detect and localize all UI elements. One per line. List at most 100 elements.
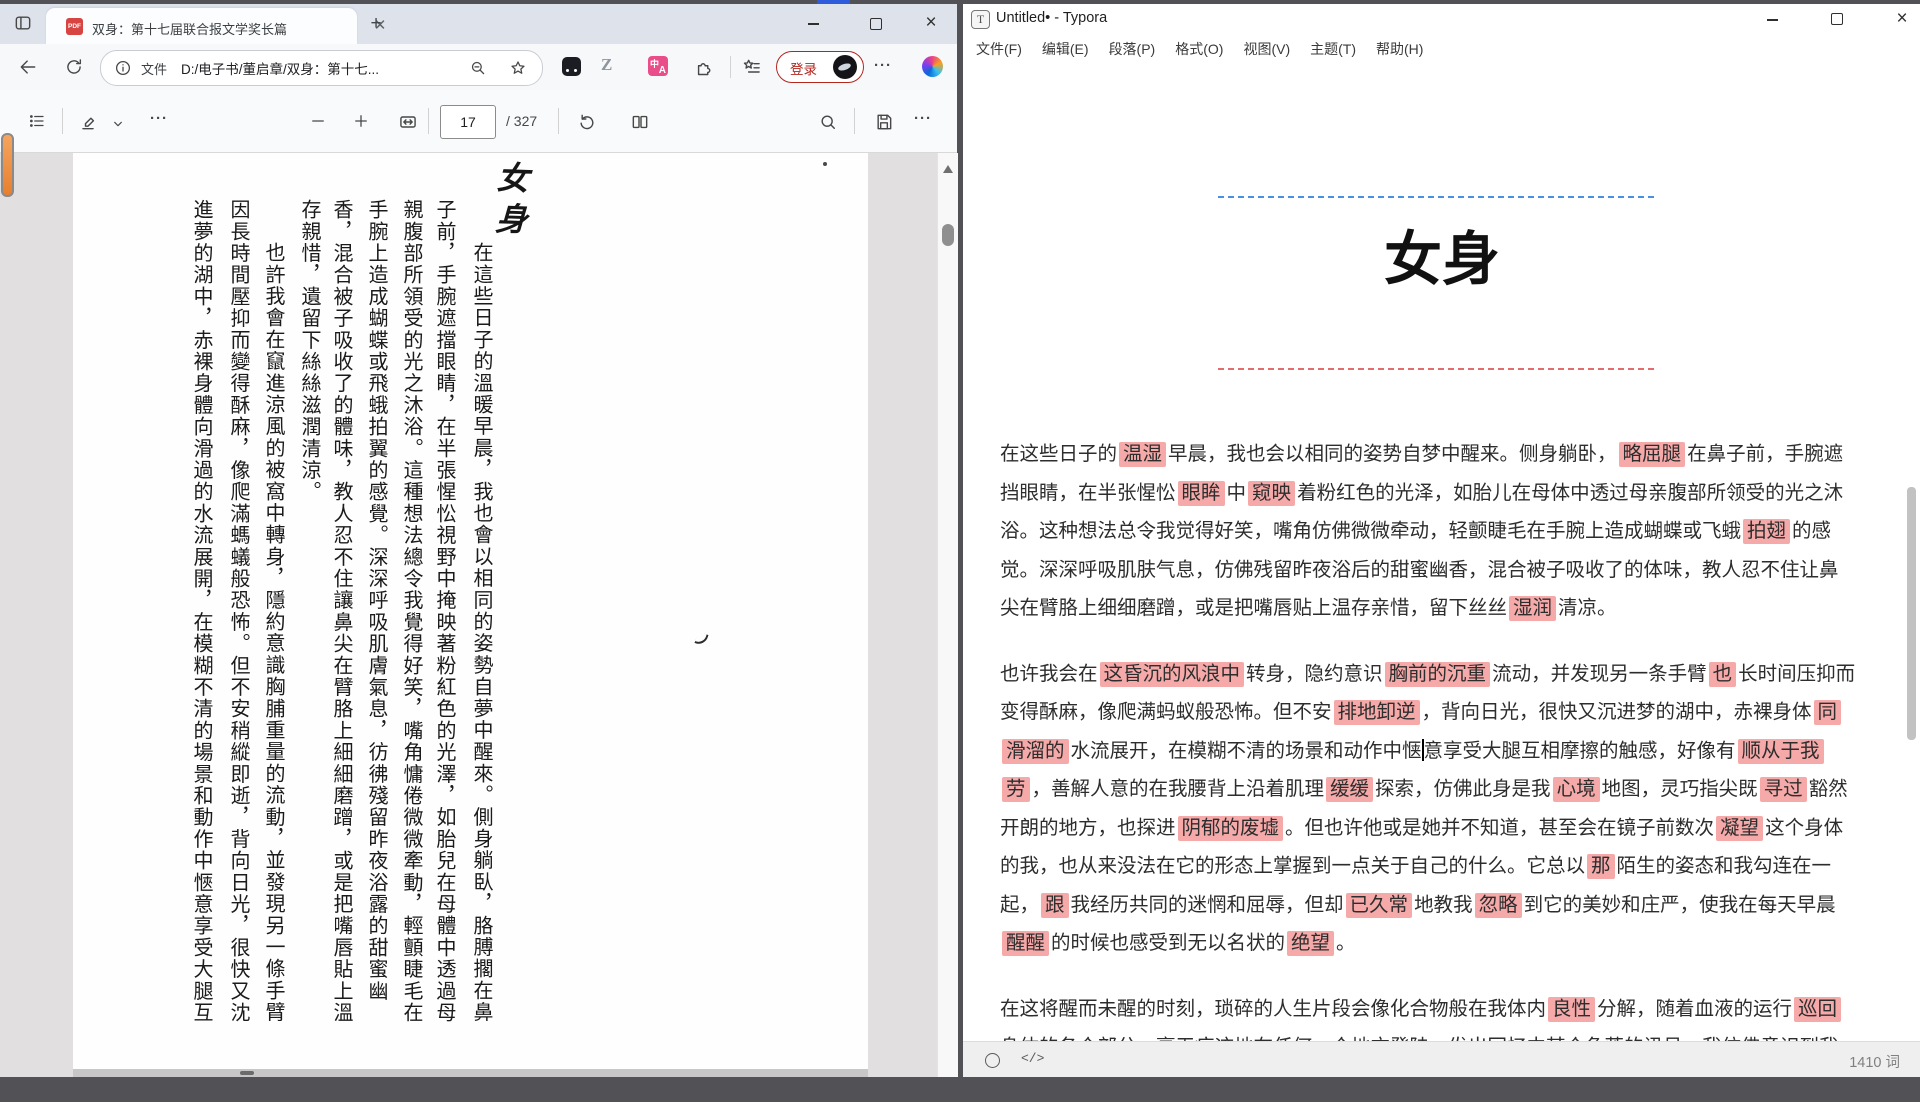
login-button[interactable]: 登录 bbox=[776, 51, 864, 83]
doc-line[interactable]: 身体的各个部分，毫无痕迹地在任何一个地方登陆，发出回忆中某个角落的讯号，我仿佛意… bbox=[1000, 1028, 1890, 1041]
typora-scrollbar-thumb[interactable] bbox=[1907, 487, 1916, 740]
scroll-up-icon[interactable] bbox=[943, 165, 953, 173]
pdf-search-icon[interactable] bbox=[818, 112, 838, 132]
ink-mark bbox=[694, 632, 708, 647]
menu-item[interactable]: 帮助(H) bbox=[1366, 36, 1433, 62]
pdf-more-tools-icon[interactable]: ··· bbox=[150, 110, 168, 127]
zoom-in-button[interactable] bbox=[352, 112, 370, 130]
doc-text: 。但也许他或是她并不知道，甚至会在镜子前数次 bbox=[1285, 817, 1714, 839]
edge-close-button[interactable]: × bbox=[919, 12, 943, 36]
doc-line[interactable]: 开朗的地方，也探进阴郁的废墟。但也许他或是她并不知道，甚至会在镜子前数次凝望这个… bbox=[1000, 809, 1890, 848]
toc-icon[interactable] bbox=[28, 112, 46, 130]
extension-dark-icon[interactable] bbox=[562, 57, 581, 76]
fit-width-icon[interactable] bbox=[398, 112, 418, 132]
translate-extension-icon[interactable]: 中 A bbox=[648, 56, 668, 76]
pdf-scrollbar-thumb[interactable] bbox=[942, 224, 954, 246]
outline-circle-icon[interactable] bbox=[985, 1053, 1000, 1068]
doc-line[interactable]: 在这些日子的温湿早晨，我也会以相同的姿势自梦中醒来。侧身躺卧，略屈腿在鼻子前，手… bbox=[1000, 435, 1890, 474]
browser-tab[interactable]: PDF 双身：第十七届联合报文学奖长篇 ✕ bbox=[46, 8, 357, 44]
paragraph: 在这些日子的温湿早晨，我也会以相同的姿势自梦中醒来。侧身躺卧，略屈腿在鼻子前，手… bbox=[1000, 435, 1890, 628]
source-code-icon[interactable]: </> bbox=[1021, 1051, 1044, 1066]
toolbar-divider bbox=[730, 56, 731, 78]
menu-item[interactable]: 视图(V) bbox=[1233, 36, 1300, 62]
back-icon[interactable] bbox=[18, 57, 38, 77]
highlighted-text: 跟 bbox=[1041, 893, 1069, 918]
favorite-star-icon[interactable] bbox=[509, 59, 527, 77]
menu-item[interactable]: 段落(P) bbox=[1099, 36, 1166, 62]
menu-item[interactable]: 编辑(E) bbox=[1032, 36, 1099, 62]
highlighted-text: 同 bbox=[1814, 700, 1842, 725]
highlighted-text: 劳 bbox=[1002, 777, 1030, 802]
typora-close-button[interactable]: × bbox=[1887, 8, 1917, 30]
highlighted-text: 醒醒 bbox=[1002, 931, 1049, 956]
doc-line[interactable]: 劳，善解人意的在我腰背上沿着肌理缓缓探索，仿佛此身是我心境地图，灵巧指尖既寻过豁… bbox=[1000, 770, 1890, 809]
doc-text: 早晨，我也会以相同的姿势自梦中醒来。侧身躺卧， bbox=[1168, 443, 1617, 465]
highlighted-text: 胸前的沉重 bbox=[1385, 662, 1491, 687]
highlighted-text: 那 bbox=[1587, 854, 1615, 879]
doc-text: 尖在臂胳上细细磨蹭，或是把嘴唇贴上温存亲惜，留下丝丝 bbox=[1000, 597, 1507, 619]
doc-line[interactable]: 起，跟我经历共同的迷惘和屈辱，但却已久常地教我忽略到它的美妙和庄严，使我在每天早… bbox=[1000, 886, 1890, 925]
pdf-more-icon[interactable]: ··· bbox=[914, 110, 932, 127]
edge-sidebar-handle[interactable] bbox=[1, 133, 14, 197]
highlighter-icon[interactable] bbox=[78, 112, 98, 132]
doc-line[interactable]: 变得酥麻，像爬满蚂蚁般恐怖。但不安排地卸逆，背向日光，很快又沉进梦的湖中，赤裸身… bbox=[1000, 693, 1890, 732]
pdf-scrollbar[interactable] bbox=[937, 153, 958, 1077]
favorites-bar-icon[interactable] bbox=[742, 57, 762, 77]
zoom-out-button[interactable] bbox=[309, 112, 327, 130]
new-tab-button[interactable]: + bbox=[366, 14, 386, 34]
doc-text: 在这将醒而未醒的时刻，琐碎的人生片段会像化合物般在我体内 bbox=[1000, 998, 1546, 1020]
edge-maximize-button[interactable] bbox=[864, 12, 888, 36]
save-icon[interactable] bbox=[874, 112, 894, 132]
doc-line[interactable]: 在这将醒而未醒的时刻，琐碎的人生片段会像化合物般在我体内良性分解，随着血液的运行… bbox=[1000, 990, 1890, 1029]
doc-line[interactable]: 滑溜的水流展开，在模糊不清的场景和动作中惬意享受大腿互相摩擦的触感，好像有顺从于… bbox=[1000, 732, 1890, 771]
doc-text: 的时候也感受到无以名状的 bbox=[1051, 932, 1285, 954]
doc-text: 陌生的姿态和我勾连在一 bbox=[1617, 855, 1832, 877]
doc-line[interactable]: 挡眼睛，在半张惺忪眼眸中窥映着粉红色的光泽，如胎儿在母体中透过母亲腹部所领受的光… bbox=[1000, 474, 1890, 513]
info-icon[interactable] bbox=[114, 59, 132, 77]
menu-item[interactable]: 文件(F) bbox=[966, 36, 1032, 62]
zotero-extension-icon[interactable]: Z bbox=[601, 55, 612, 75]
doc-line[interactable]: 觉。深深呼吸肌肤气息，仿佛残留昨夜浴后的甜蜜幽香，混合被子吸收了的体味，教人忍不… bbox=[1000, 551, 1890, 590]
paragraph: 在这将醒而未醒的时刻，琐碎的人生片段会像化合物般在我体内良性分解，随着血液的运行… bbox=[1000, 990, 1890, 1042]
typora-statusbar: </> 1410 词 bbox=[963, 1041, 1920, 1077]
copilot-icon[interactable] bbox=[922, 56, 943, 77]
highlighted-text: 阴郁的废墟 bbox=[1178, 816, 1284, 841]
tab-title-fade bbox=[299, 12, 329, 42]
highlighted-text: 眼眸 bbox=[1178, 481, 1225, 506]
doc-line[interactable]: 的我，也从来没法在它的形态上掌握到一点关于自己的什么。它总以那陌生的姿态和我勾连… bbox=[1000, 847, 1890, 886]
doc-text: 的感 bbox=[1792, 520, 1831, 542]
doc-text: 地教我 bbox=[1414, 894, 1473, 916]
typora-minimize-button[interactable] bbox=[1757, 8, 1787, 30]
menu-item[interactable]: 主题(T) bbox=[1300, 36, 1366, 62]
highlighted-text: 略屈腿 bbox=[1619, 442, 1686, 467]
typora-menubar: 文件(F)编辑(E)段落(P)格式(O)视图(V)主题(T)帮助(H) bbox=[963, 34, 1920, 64]
highlighted-text: 拍翅 bbox=[1743, 519, 1790, 544]
settings-more-icon[interactable]: ··· bbox=[874, 57, 892, 74]
tab-actions-icon[interactable] bbox=[13, 13, 33, 33]
rotate-icon[interactable] bbox=[577, 112, 597, 132]
doc-line[interactable]: 尖在臂胳上细细磨蹭，或是把嘴唇贴上温存亲惜，留下丝丝湿润清凉。 bbox=[1000, 589, 1890, 628]
chevron-down-icon[interactable] bbox=[110, 116, 126, 132]
doc-line[interactable]: 浴。这种想法总令我觉得好笑，嘴角仿佛微微牵动，轻颤睫毛在手腕上造成蝴蝶或飞蛾拍翅… bbox=[1000, 512, 1890, 551]
address-url: D:/电子书/董启章/双身：第十七... bbox=[181, 58, 379, 78]
highlighted-text: 已久常 bbox=[1346, 893, 1413, 918]
doc-line[interactable]: 也许我会在这昏沉的风浪中转身，隐约意识胸前的沉重流动，并发现另一条手臂也长时间压… bbox=[1000, 655, 1890, 694]
document-title[interactable]: 女身 bbox=[1000, 212, 1884, 296]
typora-maximize-button[interactable] bbox=[1822, 8, 1852, 30]
menu-item[interactable]: 格式(O) bbox=[1165, 36, 1233, 62]
address-bar[interactable]: 文件 D:/电子书/董启章/双身：第十七... bbox=[100, 50, 543, 86]
doc-text: ，善解人意的在我腰背上沿着肌理 bbox=[1032, 778, 1325, 800]
doc-text: 着粉红色的光泽，如胎儿在母体中透过母亲腹部所领受的光之沐 bbox=[1297, 482, 1843, 504]
page-view-icon[interactable] bbox=[630, 112, 650, 132]
edge-minimize-button[interactable] bbox=[801, 12, 825, 36]
doc-text: 的我，也从来没法在它的形态上掌握到一点关于自己的什么。它总以 bbox=[1000, 855, 1585, 877]
typora-editor[interactable]: 女身 在这些日子的温湿早晨，我也会以相同的姿势自梦中醒来。侧身躺卧，略屈腿在鼻子… bbox=[963, 64, 1920, 1041]
typora-window: T Untitled• - Typora × 文件(F)编辑(E)段落(P)格式… bbox=[963, 4, 1920, 1077]
refresh-icon[interactable] bbox=[64, 57, 84, 77]
extensions-puzzle-icon[interactable] bbox=[694, 57, 714, 77]
doc-text: 意享受大腿互相摩擦的触感，好像有 bbox=[1424, 740, 1736, 762]
zoom-out-icon[interactable] bbox=[469, 59, 487, 77]
doc-line[interactable]: 醒醒的时候也感受到无以名状的绝望。 bbox=[1000, 924, 1890, 963]
highlighted-text: 排地卸逆 bbox=[1334, 700, 1420, 725]
page-number-input[interactable]: 17 bbox=[440, 105, 496, 139]
